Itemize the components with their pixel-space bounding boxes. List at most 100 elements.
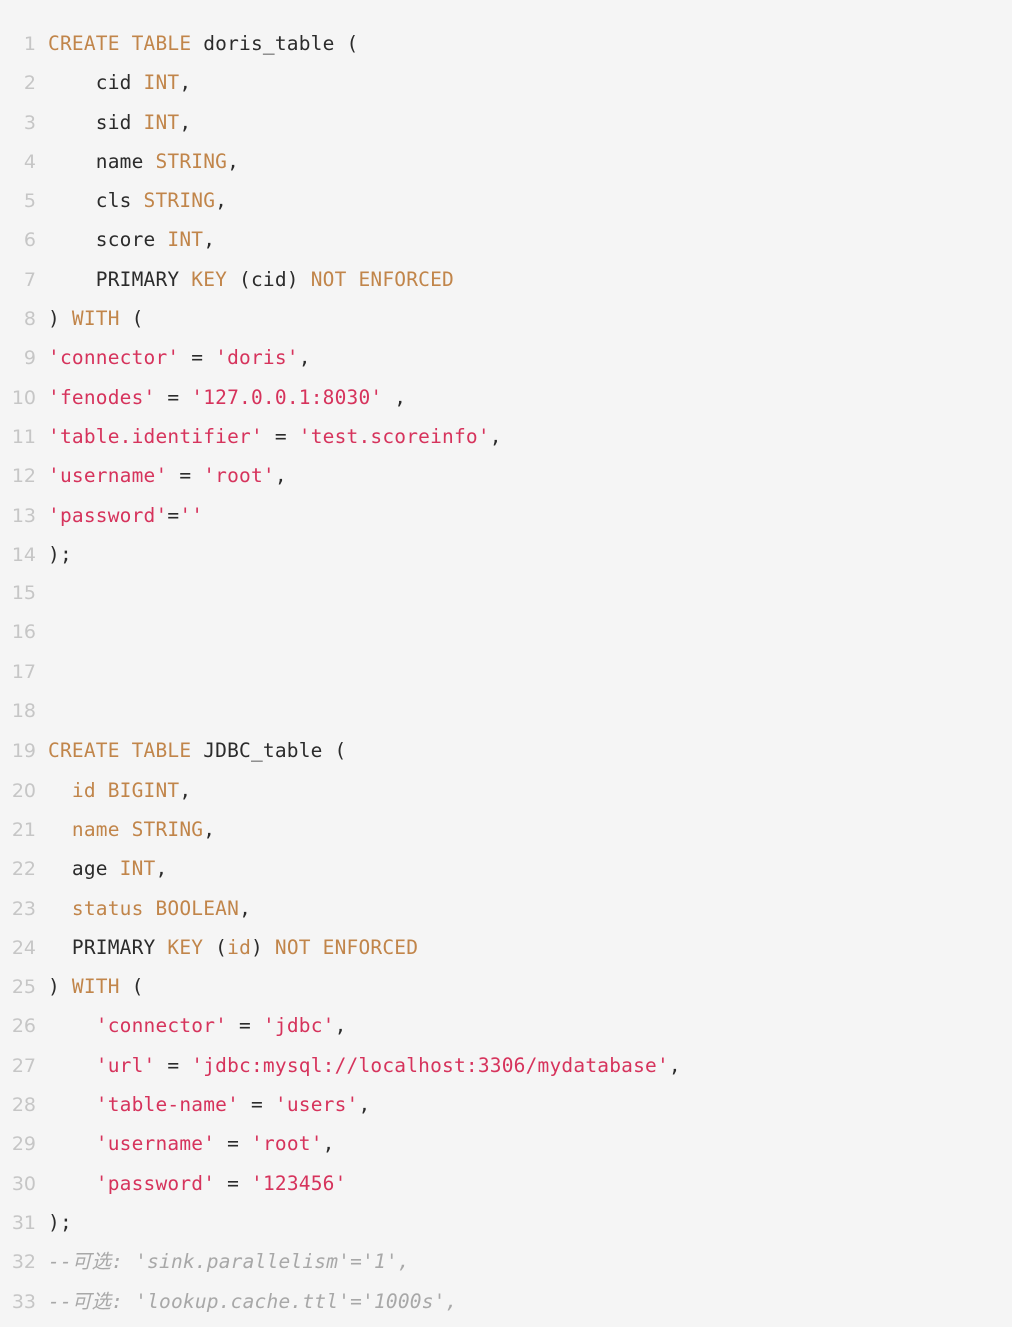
line-content[interactable]: --可选: 'sink.parallelism'='1', [48,1242,1012,1281]
code-line[interactable]: 28 'table-name' = 'users', [0,1085,1012,1124]
line-number: 8 [23,308,36,331]
code-line[interactable]: 8 ) WITH ( [0,299,1012,338]
code-line[interactable]: 5 cls STRING, [0,181,1012,220]
code-line[interactable]: 6 score INT, [0,220,1012,259]
line-number: 28 [11,1094,36,1117]
token-str: 'table-name' [95,1093,240,1117]
code-line[interactable]: 10 'fenodes' = '127.0.0.1:8030' , [0,378,1012,417]
token-txt: , [215,189,228,213]
line-content[interactable]: age INT, [48,849,1012,888]
code-line[interactable]: 31); [0,1203,1012,1242]
code-line[interactable]: 1 CREATE TABLE doris_table ( [0,24,1012,63]
token-txt: = [215,1171,251,1195]
code-line[interactable]: 13 'password'='' [0,496,1012,535]
code-line[interactable]: 2 cid INT, [0,63,1012,102]
line-content[interactable]: status BOOLEAN, [48,889,1012,928]
code-line[interactable]: 33 --可选: 'lookup.cache.ttl'='1000s', [0,1282,1012,1321]
token-str: '127.0.0.1:8030' [191,385,383,409]
line-content[interactable]: sid INT, [48,103,1012,142]
line-number: 25 [11,976,36,999]
code-line[interactable]: 18 [0,692,1012,731]
token-str: 'users' [274,1093,359,1117]
line-content[interactable]: PRIMARY KEY (id) NOT ENFORCED [48,928,1012,967]
line-content[interactable]: name STRING, [48,142,1012,181]
line-number: 15 [11,582,36,605]
code-line[interactable]: 20 id BIGINT, [0,771,1012,810]
code-line[interactable]: 4 name STRING, [0,142,1012,181]
token-kw: status BOOLEAN [71,896,240,920]
code-editor[interactable]: 1 CREATE TABLE doris_table (2 cid INT, 3 s… [0,0,1012,1327]
line-content[interactable]: cid INT, [48,63,1012,102]
token-txt: = [239,1093,275,1117]
token-txt: , [382,385,407,409]
code-line[interactable]: 25 ) WITH ( [0,967,1012,1006]
token-txt: , [203,817,216,841]
line-number: 16 [11,621,36,644]
line-number: 32 [11,1251,36,1274]
line-content[interactable]: 'password' = '123456' [48,1164,1012,1203]
token-str: 'root' [203,464,275,488]
line-content[interactable]: score INT, [48,220,1012,259]
code-line[interactable]: 16 [0,613,1012,652]
line-content[interactable]: CREATE TABLE JDBC_table ( [48,731,1012,770]
line-content[interactable]: name STRING, [48,810,1012,849]
code-line[interactable]: 17 [0,653,1012,692]
token-kw: id [227,935,252,959]
token-txt: , [179,110,192,134]
code-line[interactable]: 9 'connector' = 'doris', [0,338,1012,377]
line-content[interactable]: ) WITH ( [48,299,1012,338]
line-content[interactable]: ); [48,1203,1012,1242]
code-line[interactable]: 32 --可选: 'sink.parallelism'='1', [0,1242,1012,1281]
token-str: '' [179,503,204,527]
line-number: 24 [11,936,36,959]
code-line[interactable]: 15 [0,574,1012,613]
token-txt: , [489,424,502,448]
line-content[interactable]: 'password'='' [48,496,1012,535]
line-content[interactable]: ) WITH ( [48,967,1012,1006]
token-str: 'jdbc:mysql://localhost:3306/mydatabase' [191,1053,669,1077]
line-content[interactable]: 'connector' = 'jdbc', [48,1006,1012,1045]
code-line[interactable]: 26 'connector' = 'jdbc', [0,1006,1012,1045]
code-line[interactable]: 7 PRIMARY KEY (cid) NOT ENFORCED [0,260,1012,299]
line-content[interactable]: ); [48,535,1012,574]
token-kw: CREATE TABLE [48,32,192,55]
line-content[interactable]: cls STRING, [48,181,1012,220]
code-line[interactable]: 24 PRIMARY KEY (id) NOT ENFORCED [0,928,1012,967]
code-line[interactable]: 11 'table.identifier' = 'test.scoreinfo', [0,417,1012,456]
code-line[interactable]: 12 'username' = 'root', [0,456,1012,495]
token-str: 'connector' [95,1014,228,1038]
token-txt: cid [48,71,144,95]
line-content[interactable]: 'table-name' = 'users', [48,1085,1012,1124]
line-content[interactable]: 'table.identifier' = 'test.scoreinfo', [48,417,1012,456]
token-txt: name [48,149,156,173]
token-txt: PRIMARY [48,935,168,959]
line-content[interactable]: id BIGINT, [48,771,1012,810]
code-line[interactable]: 21 name STRING, [0,810,1012,849]
token-kw: name STRING [71,817,204,841]
line-content[interactable]: 'url' = 'jdbc:mysql://localhost:3306/myd… [48,1046,1012,1085]
code-line[interactable]: 14); [0,535,1012,574]
token-txt: = [167,503,180,527]
code-line[interactable]: 19 CREATE TABLE JDBC_table ( [0,731,1012,770]
line-content[interactable]: 'fenodes' = '127.0.0.1:8030' , [48,378,1012,417]
code-line[interactable]: 22 age INT, [0,849,1012,888]
line-content[interactable]: 'username' = 'root', [48,1124,1012,1163]
token-txt: , [322,1132,335,1156]
line-content[interactable]: --可选: 'lookup.cache.ttl'='1000s', [48,1282,1012,1321]
code-line[interactable]: 27 'url' = 'jdbc:mysql://localhost:3306/… [0,1046,1012,1085]
token-str: 'password' [95,1171,216,1195]
line-content[interactable]: PRIMARY KEY (cid) NOT ENFORCED [48,260,1012,299]
line-content[interactable]: 'connector' = 'doris', [48,338,1012,377]
line-content[interactable]: 'username' = 'root', [48,456,1012,495]
token-str: 'table.identifier' [48,424,263,448]
code-line[interactable]: 3 sid INT, [0,103,1012,142]
code-line[interactable]: 30 'password' = '123456' [0,1164,1012,1203]
token-txt: (cid) [227,267,311,291]
token-txt: , [274,464,287,488]
line-content[interactable]: CREATE TABLE doris_table ( [48,24,1012,63]
code-line[interactable]: 29 'username' = 'root', [0,1124,1012,1163]
code-line[interactable]: 23 status BOOLEAN, [0,889,1012,928]
